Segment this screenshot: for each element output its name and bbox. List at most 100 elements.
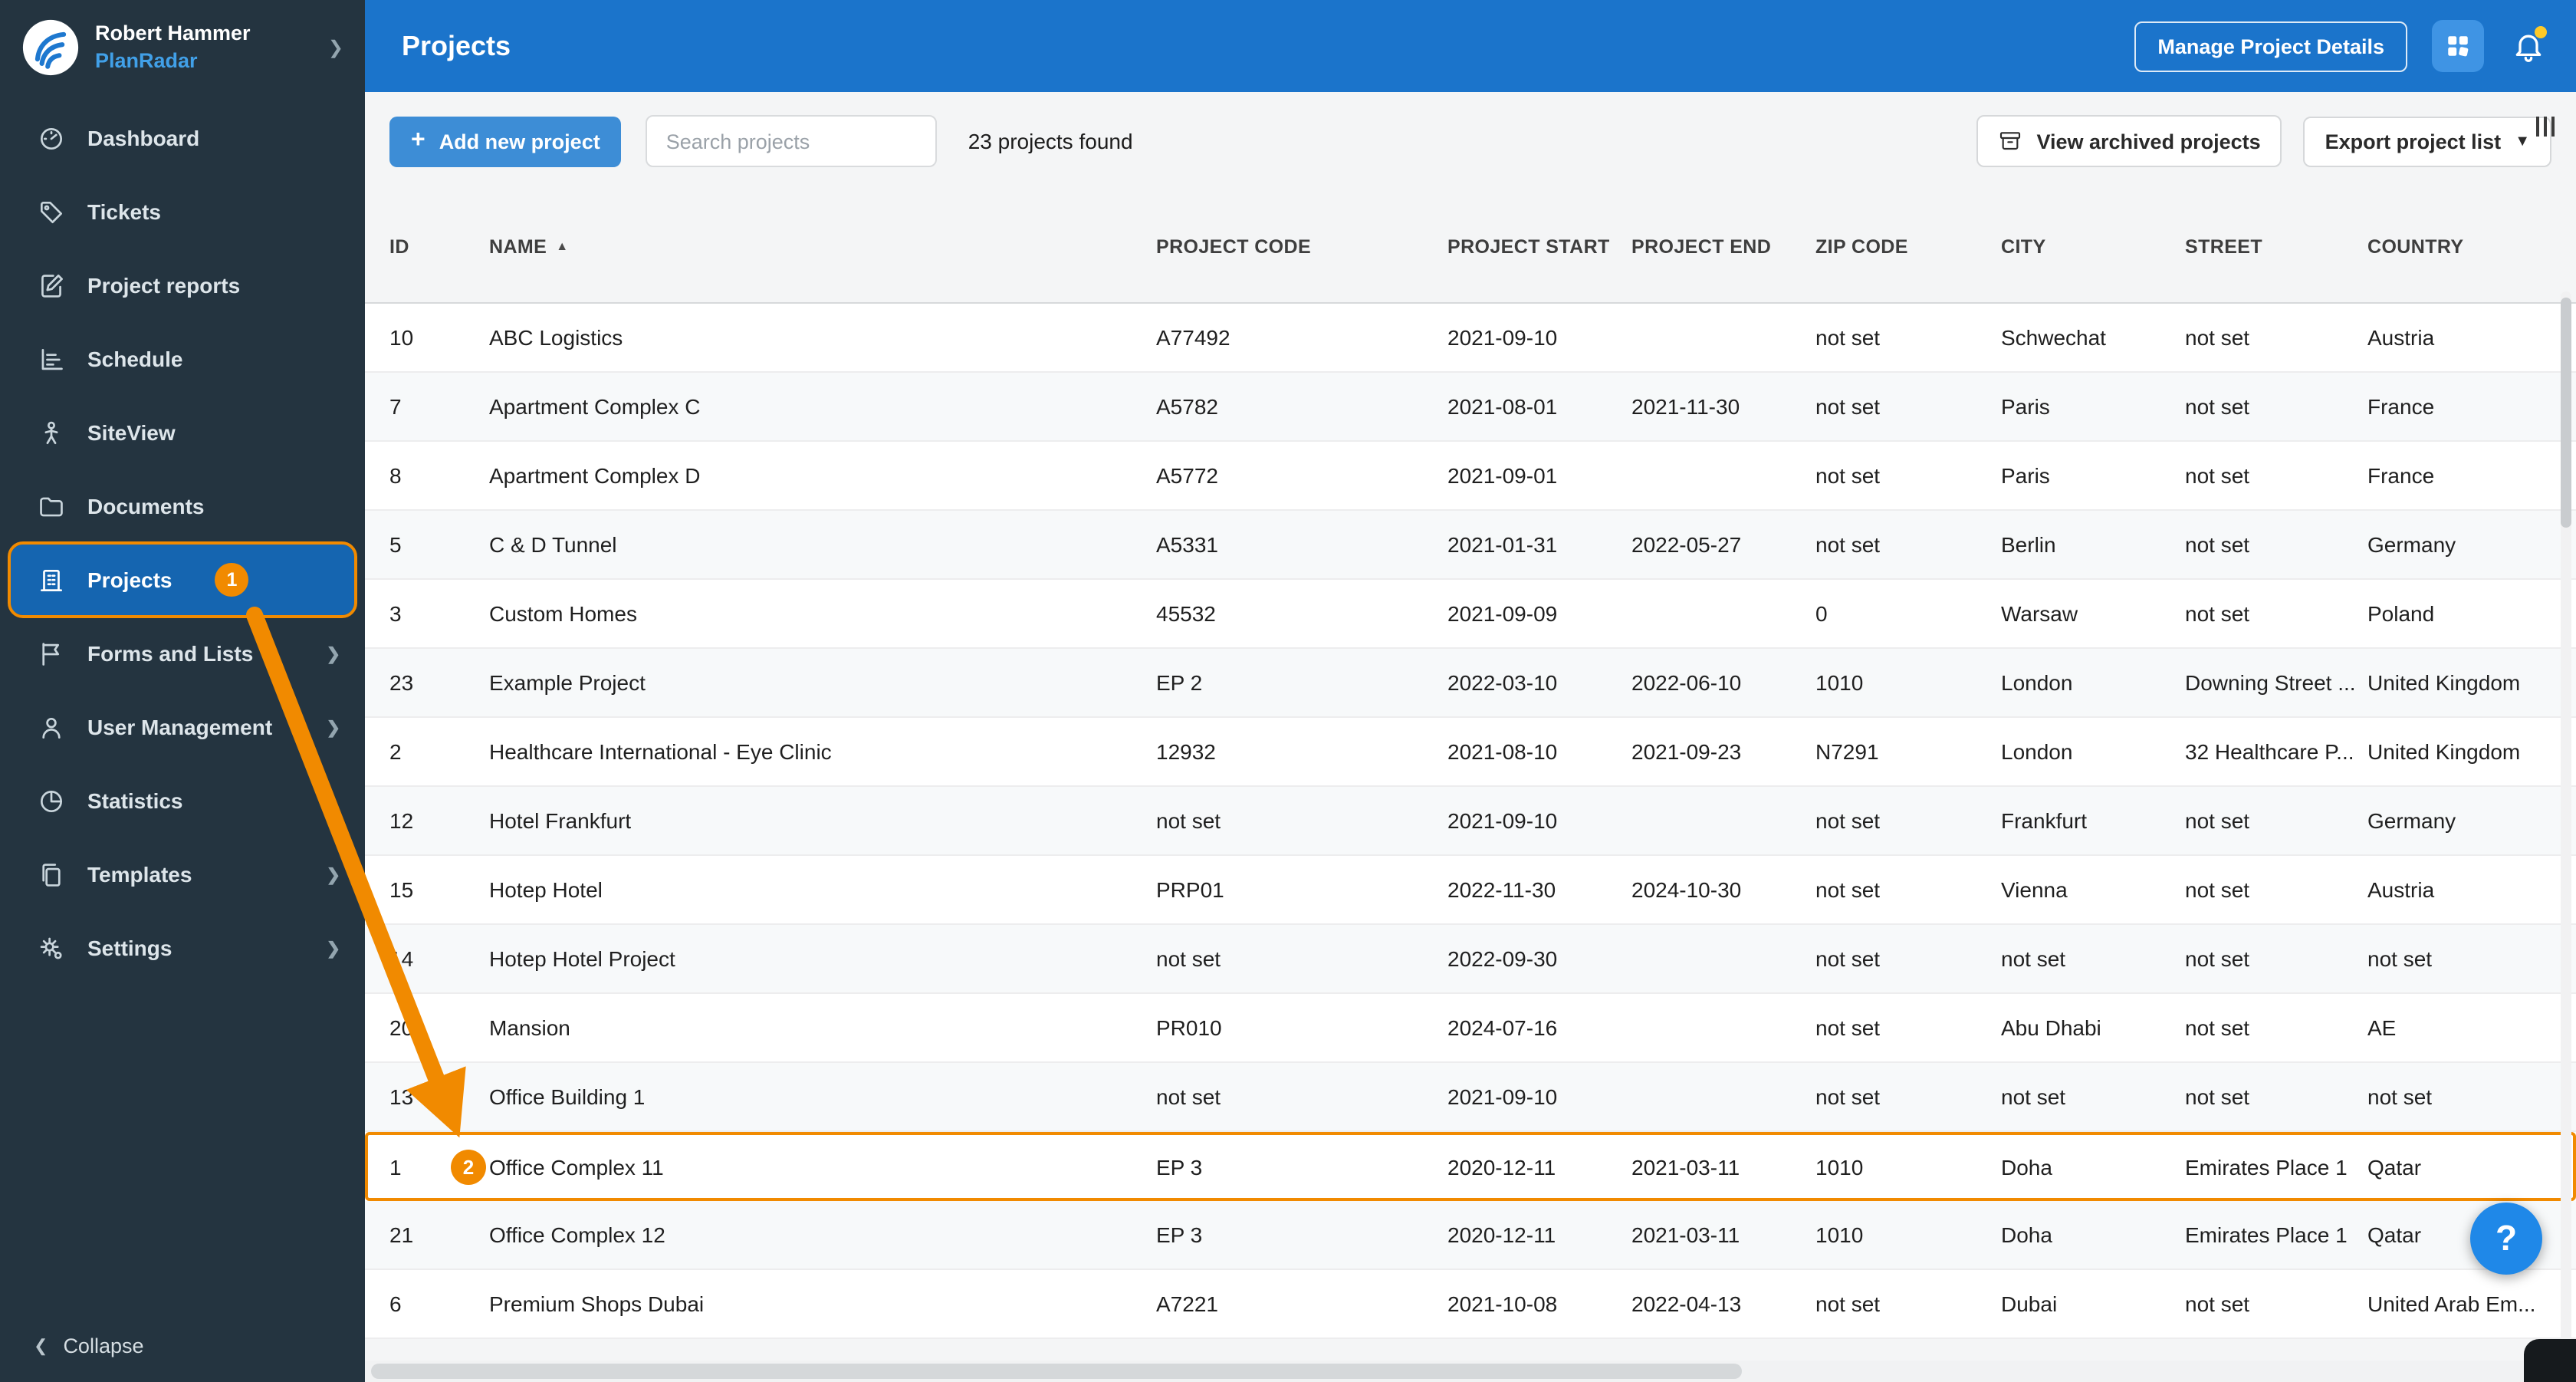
cell-city: Paris	[2001, 394, 2050, 419]
cell-zip: 0	[1815, 601, 1828, 626]
sidebar-item-project-reports[interactable]: Project reports	[0, 250, 365, 321]
cell-id: 10	[389, 325, 414, 350]
apps-marketplace-button[interactable]	[2432, 20, 2484, 72]
table-row[interactable]: 12 Hotel Frankfurt not set 2021-09-10 not se…	[365, 787, 2576, 856]
column-header-country[interactable]: COUNTRY	[2367, 235, 2564, 257]
table-row[interactable]: 15 Hotep Hotel PRP01 2022-11-30 2024-10-30 no…	[365, 856, 2576, 925]
chevron-down-icon: ▼	[2515, 133, 2530, 150]
cell-street: not set	[2185, 808, 2250, 833]
search-projects-input[interactable]	[646, 115, 938, 167]
column-header-name[interactable]: NAME ▲	[489, 235, 1156, 257]
table-row[interactable]: 10 ABC Logistics A77492 2021-09-10 not set Sc…	[365, 304, 2576, 373]
sidebar-item-user-management[interactable]: User Management ❯	[0, 692, 365, 762]
sidebar-item-siteview[interactable]: SiteView	[0, 397, 365, 468]
cell-zip: not set	[1815, 1084, 1881, 1109]
cell-id: 5	[389, 532, 402, 557]
page-title: Projects	[402, 30, 511, 61]
account-switcher[interactable]: Robert Hammer PlanRadar ❯	[0, 0, 365, 92]
table-row[interactable]: 8 Apartment Complex D A5772 2021-09-01 not s…	[365, 442, 2576, 511]
view-archived-label: View archived projects	[2036, 130, 2261, 153]
cell-id: 20	[389, 1015, 414, 1040]
projects-icon	[40, 568, 63, 591]
horizontal-scrollbar	[365, 1361, 2576, 1382]
export-project-list-button[interactable]: Export project list ▼	[2303, 116, 2551, 166]
table-row[interactable]: 2 Healthcare International - Eye Clinic 12…	[365, 718, 2576, 787]
table-row[interactable]: 5 C & D Tunnel A5331 2021-01-31 2022-05-27 no…	[365, 511, 2576, 580]
table-row[interactable]: 23 Example Project EP 2 2022-03-10 2022-06-1…	[365, 649, 2576, 718]
screen: Robert Hammer PlanRadar ❯ Dashboard Tick…	[0, 0, 2576, 1382]
table-row[interactable]: 6 Premium Shops Dubai A7221 2021-10-08 2022-…	[365, 1270, 2576, 1339]
users-icon	[42, 716, 61, 739]
notification-dot	[2535, 26, 2547, 38]
cell-zip: not set	[1815, 532, 1881, 557]
corner-widget	[2524, 1339, 2576, 1382]
archive-icon	[2000, 132, 2021, 150]
column-settings-icon[interactable]	[2535, 117, 2555, 137]
cell-name: ABC Logistics	[489, 325, 623, 350]
column-header-zip[interactable]: ZIP CODE	[1815, 235, 2001, 257]
sidebar-item-documents[interactable]: Documents	[0, 471, 365, 541]
table-row[interactable]: 7 Apartment Complex C A5782 2021-08-01 2021-…	[365, 373, 2576, 442]
cell-street: Emirates Place 1	[2185, 1154, 2348, 1179]
cell-start: 2021-08-01	[1447, 394, 1558, 419]
cell-code: A5331	[1156, 532, 1218, 557]
cell-start: 2020-12-11	[1447, 1222, 1556, 1247]
cell-zip: not set	[1815, 1015, 1881, 1040]
cell-id: 3	[389, 601, 402, 626]
add-new-project-button[interactable]: + Add new project	[389, 116, 622, 166]
table-row[interactable]: 14 Hotep Hotel Project not set 2022-09-30 no…	[365, 925, 2576, 994]
sidebar-item-label: Project reports	[87, 273, 241, 298]
sidebar-item-statistics[interactable]: Statistics	[0, 765, 365, 836]
forms-icon	[42, 642, 60, 665]
cell-name: Office Complex 12	[489, 1222, 665, 1247]
cell-start: 2021-01-31	[1447, 532, 1558, 557]
sidebar-item-dashboard[interactable]: Dashboard	[0, 103, 365, 173]
column-header-id[interactable]: ID	[389, 235, 489, 257]
cell-end: 2022-06-10	[1631, 670, 1742, 695]
table-row[interactable]: 21 Office Complex 12 EP 3 2020-12-11 2021-03…	[365, 1201, 2576, 1270]
collapse-button[interactable]: ❮ Collapse	[0, 1310, 365, 1382]
cell-end: 2021-03-11	[1631, 1222, 1740, 1247]
tickets-icon	[40, 200, 63, 223]
sidebar-item-templates[interactable]: Templates ❯	[0, 839, 365, 910]
projects-table: 10 ABC Logistics A77492 2021-09-10 not set Sc…	[365, 304, 2576, 1339]
sidebar-item-forms-and-lists[interactable]: Forms and Lists ❯	[0, 618, 365, 689]
cell-country: not set	[2367, 946, 2433, 971]
column-header-city[interactable]: CITY	[2001, 235, 2185, 257]
cell-code: not set	[1156, 808, 1221, 833]
cell-name: Hotel Frankfurt	[489, 808, 632, 833]
manage-project-details-button[interactable]: Manage Project Details	[2134, 21, 2407, 71]
cell-country: France	[2367, 463, 2435, 488]
cell-code: A7221	[1156, 1292, 1218, 1316]
horizontal-scrollbar-thumb[interactable]	[371, 1364, 1743, 1379]
sidebar-nav: Dashboard Tickets Project reports Schedu…	[0, 101, 365, 985]
cell-name: Apartment Complex D	[489, 463, 701, 488]
column-header-start[interactable]: PROJECT START	[1447, 235, 1631, 257]
help-button[interactable]: ?	[2470, 1203, 2542, 1275]
vertical-scrollbar-thumb[interactable]	[2561, 298, 2571, 528]
sidebar-item-settings[interactable]: Settings ❯	[0, 913, 365, 983]
sidebar-item-tickets[interactable]: Tickets	[0, 176, 365, 247]
sidebar-item-projects[interactable]: Projects 1	[8, 541, 357, 618]
projects-toolbar: + Add new project 23 projects found View…	[365, 92, 2576, 190]
table-row[interactable]: 3 Custom Homes 45532 2021-09-09 0 Warsaw not s…	[365, 580, 2576, 649]
cell-start: 2022-03-10	[1447, 670, 1558, 695]
siteview-icon	[44, 420, 58, 444]
column-header-end[interactable]: PROJECT END	[1631, 235, 1815, 257]
cell-city: London	[2001, 670, 2073, 695]
table-row[interactable]: 13 Office Building 1 not set 2021-09-10 not …	[365, 1063, 2576, 1132]
cell-city: Dubai	[2001, 1292, 2058, 1316]
sidebar-item-label: Projects	[87, 568, 172, 592]
notifications-button[interactable]	[2509, 26, 2548, 66]
cell-end: 2021-11-30	[1631, 394, 1740, 419]
column-header-street[interactable]: STREET	[2185, 235, 2367, 257]
table-row[interactable]: 1 Office Complex 11 EP 3 2020-12-11 2021-03-…	[365, 1132, 2576, 1201]
table-row[interactable]: 20 Mansion PR010 2024-07-16 not set Abu Dhabi…	[365, 994, 2576, 1063]
cell-city: Doha	[2001, 1222, 2052, 1247]
cell-name: Hotep Hotel Project	[489, 946, 675, 971]
cell-city: not set	[2001, 1084, 2066, 1109]
cell-street: not set	[2185, 877, 2250, 902]
column-header-code[interactable]: PROJECT CODE	[1156, 235, 1447, 257]
sidebar-item-schedule[interactable]: Schedule	[0, 324, 365, 394]
view-archived-projects-button[interactable]: View archived projects	[1976, 115, 2282, 167]
